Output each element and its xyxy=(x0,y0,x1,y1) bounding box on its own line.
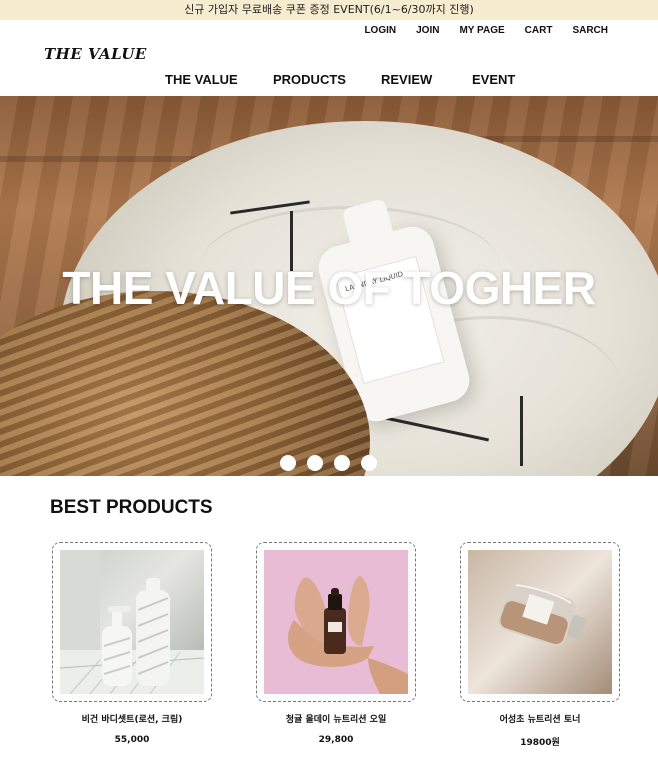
body-set-illustration xyxy=(60,550,204,694)
nav-the-value[interactable]: THE VALUE xyxy=(165,72,238,87)
product-card-1[interactable] xyxy=(52,542,212,702)
product-price-2: 29,800 xyxy=(318,735,354,745)
slide-dot-4[interactable] xyxy=(361,455,377,471)
fabric-stripe xyxy=(520,396,523,466)
nav-review[interactable]: REVIEW xyxy=(381,72,432,87)
slide-dot-1[interactable] xyxy=(280,455,296,471)
notice-text: 신규 가입자 무료배송 쿠폰 증정 EVENT(6/1~6/30까지 진행) xyxy=(184,3,474,16)
main-nav: THE VALUE PRODUCTS REVIEW EVENT xyxy=(0,72,658,90)
top-notice-bar: 신규 가입자 무료배송 쿠폰 증정 EVENT(6/1~6/30까지 진행) xyxy=(0,0,658,20)
slider-dots xyxy=(280,455,377,471)
oil-dropper-illustration xyxy=(288,576,408,694)
product-name-3[interactable]: 어성초 뉴트리션 토너 xyxy=(460,712,620,725)
product-name-2[interactable]: 청귤 올데이 뉴트리션 오일 xyxy=(256,712,416,725)
slide-dot-3[interactable] xyxy=(334,455,350,471)
slide-dot-2[interactable] xyxy=(307,455,323,471)
nav-products[interactable]: PRODUCTS xyxy=(273,72,346,87)
cart-link[interactable]: CART xyxy=(525,25,553,36)
login-link[interactable]: LOGIN xyxy=(364,25,396,36)
nav-event[interactable]: EVENT xyxy=(472,72,515,87)
search-link[interactable]: SARCH xyxy=(572,25,608,36)
product-image-2[interactable] xyxy=(264,550,408,694)
hero-title: THE VALUE OF TOGHER xyxy=(62,262,596,314)
hero-banner[interactable]: LAUNDRY LIQUID THE VALUE OF TOGHER xyxy=(0,96,658,476)
product-price-1: 55,000 xyxy=(114,735,150,745)
product-image-1[interactable] xyxy=(60,550,204,694)
site-logo[interactable]: THE VALUE xyxy=(44,45,147,63)
my-page-link[interactable]: MY PAGE xyxy=(459,25,504,36)
product-card-3[interactable] xyxy=(460,542,620,702)
toner-bottle-illustration xyxy=(468,550,612,694)
product-price-3: 19800원 xyxy=(520,738,560,748)
product-card-2[interactable] xyxy=(256,542,416,702)
join-link[interactable]: JOIN xyxy=(416,25,439,36)
product-name-1[interactable]: 비건 바디셋트(로션, 크림) xyxy=(52,712,212,725)
best-products-title: BEST PRODUCTS xyxy=(50,497,213,518)
product-image-3[interactable] xyxy=(468,550,612,694)
utility-nav: LOGIN JOIN MY PAGE CART SARCH xyxy=(364,25,608,36)
